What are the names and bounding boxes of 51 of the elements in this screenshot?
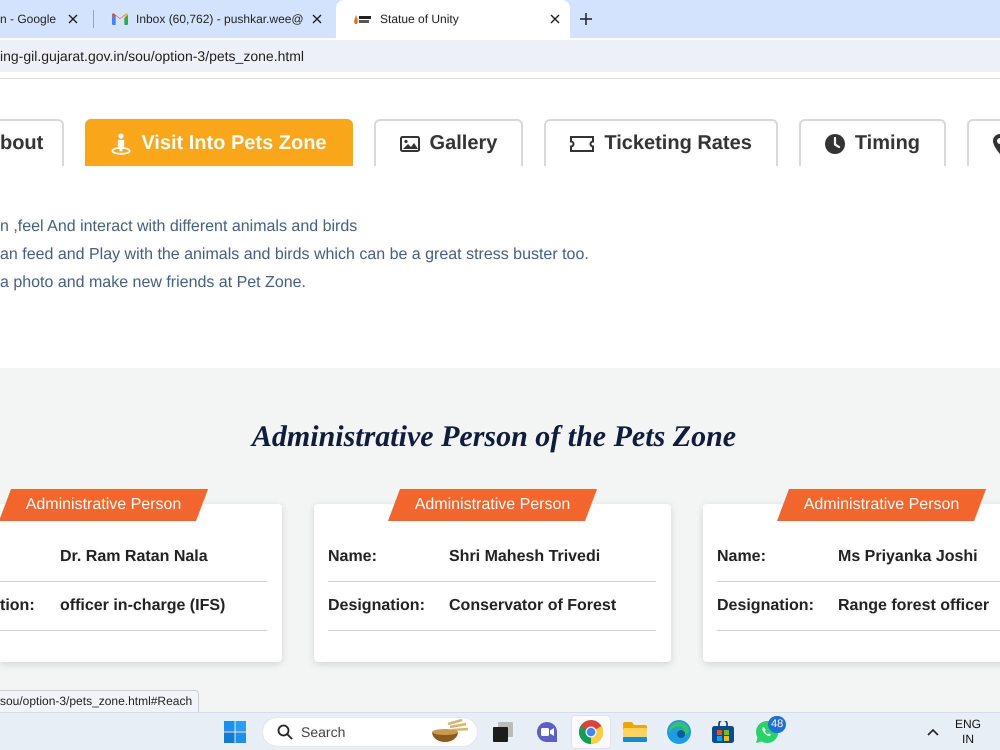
browser-tab[interactable]: Inbox (60,762) - pushkar.wee@ xyxy=(96,0,330,38)
close-icon[interactable] xyxy=(312,14,322,24)
card-badge: Administrative Person xyxy=(777,489,986,521)
start-menu-icon xyxy=(224,720,246,742)
shopping-bag-icon xyxy=(712,720,734,742)
field-label: Designation: xyxy=(328,597,426,615)
image-icon xyxy=(400,136,420,152)
new-tab-icon[interactable] xyxy=(580,13,592,25)
card-badge: Administrative Person xyxy=(0,489,208,521)
stacked-windows-icon xyxy=(492,720,514,742)
notification-badge: 48 xyxy=(768,716,786,732)
field-value: officer in-charge (IFS) xyxy=(60,597,226,615)
field-value: Range forest officer xyxy=(838,597,990,615)
status-url: sou/option-3/pets_zone.html#Reach xyxy=(0,690,200,712)
search-field[interactable]: Search xyxy=(262,716,478,746)
section-tab[interactable]: Gallery xyxy=(374,119,524,166)
chevron-up-icon[interactable] xyxy=(926,728,939,736)
close-icon[interactable] xyxy=(68,14,78,24)
field-value: Conservator of Forest xyxy=(449,597,618,615)
browser-icon xyxy=(579,720,603,744)
browser-tab[interactable]: Statue of Unity xyxy=(336,0,570,38)
ticket-icon xyxy=(570,136,594,152)
language-button[interactable]: ENG IN xyxy=(954,716,981,746)
field-label: Designation: xyxy=(717,597,815,615)
description-text: a photo and make new friends at Pet Zone. xyxy=(0,273,307,293)
description-text: an feed and Play with the animals and birds which can be a great stress buster too. xyxy=(0,245,590,265)
taskbar-app[interactable]: 48 xyxy=(747,714,787,748)
search-icon xyxy=(277,724,293,740)
section-heading: Administrative Person of the Pets Zone xyxy=(249,419,738,455)
address-field[interactable]: ing-gil.gujarat.gov.in/sou/option-3/pets_zone.html xyxy=(0,40,1000,72)
browser-tab[interactable]: n - Google xyxy=(0,0,90,38)
video-chat-icon xyxy=(535,720,559,742)
folder-icon xyxy=(623,722,647,742)
field-label: Name: xyxy=(328,548,378,566)
field-label: Name: xyxy=(717,548,767,566)
swirl-icon xyxy=(667,720,691,744)
description-text: n ,feel And interact with different animals and birds xyxy=(0,217,358,237)
card-badge: Administrative Person xyxy=(388,489,597,521)
field-value: Ms Priyanka Joshi xyxy=(838,548,979,566)
field-value: Shri Mahesh Trivedi xyxy=(449,548,602,566)
section-tab[interactable]: Ticketing Rates xyxy=(544,119,778,166)
person-icon xyxy=(111,132,132,154)
site-logo-icon xyxy=(352,13,372,25)
close-icon[interactable] xyxy=(550,14,560,24)
field-value: Dr. Ram Ratan Nala xyxy=(60,548,209,566)
mail-icon xyxy=(112,13,128,25)
field-label: tion: xyxy=(0,597,36,615)
clock-icon xyxy=(824,134,845,154)
section-tab[interactable]: Timing xyxy=(798,119,946,166)
section-tab[interactable]: bout xyxy=(0,119,64,166)
start-button[interactable] xyxy=(222,718,248,744)
